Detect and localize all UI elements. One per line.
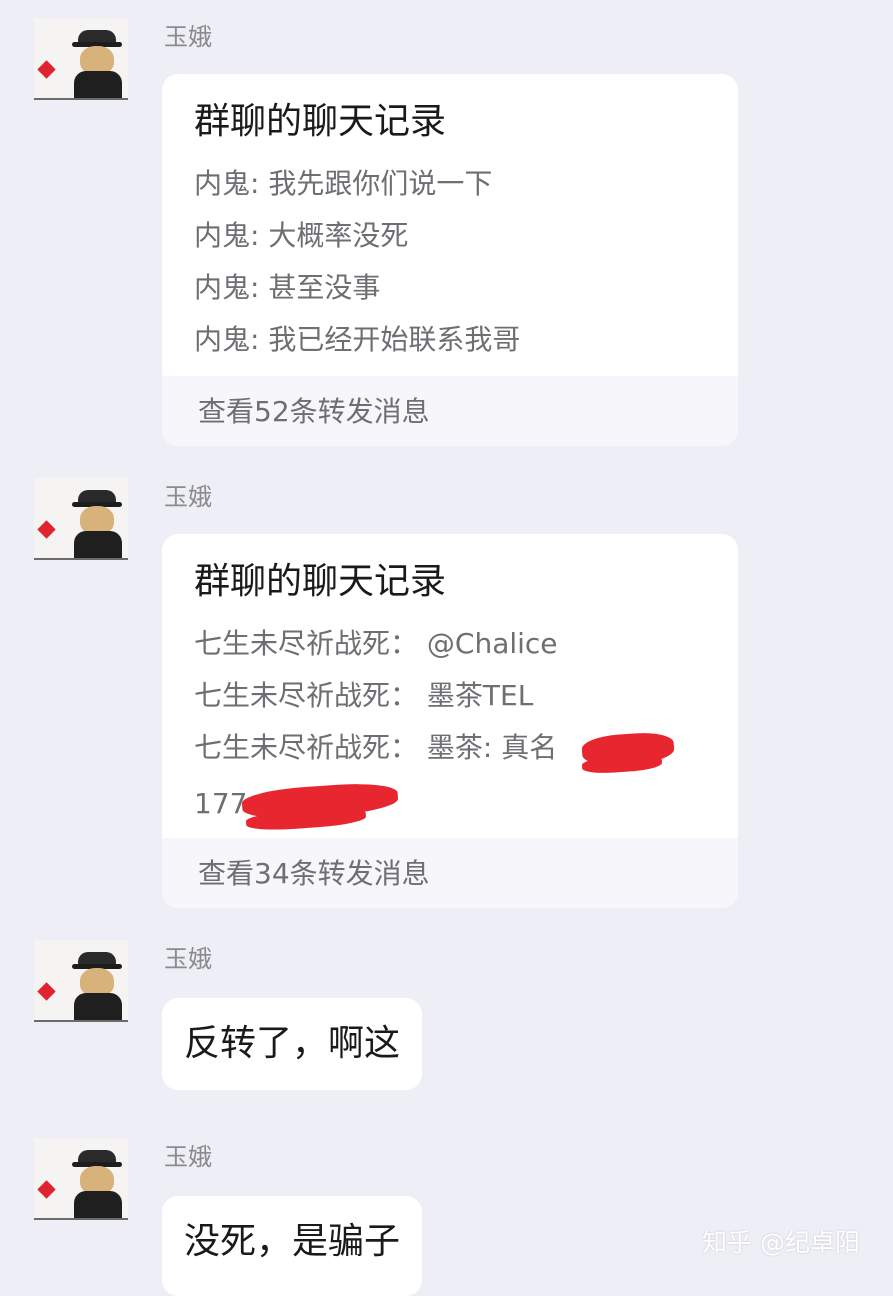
card-line: 七生未尽祈战死： 墨茶: 真名 — [194, 731, 558, 764]
view-forwarded-label: 查看52条转发消息 — [198, 395, 430, 428]
card-line: 七生未尽祈战死： @Chalice — [194, 627, 558, 660]
card-title: 群聊的聊天记录 — [194, 561, 447, 602]
avatar[interactable] — [34, 18, 128, 100]
card-line: 七生未尽祈战死： 墨茶TEL — [194, 679, 534, 712]
card-line: 内鬼: 甚至没事 — [194, 271, 381, 304]
face-shape — [80, 506, 114, 534]
avatar-underline — [34, 98, 128, 100]
face-shape — [80, 46, 114, 74]
sender-name: 玉娥 — [164, 1143, 212, 1171]
view-forwarded-label: 查看34条转发消息 — [198, 857, 430, 890]
avatar[interactable] — [34, 1138, 128, 1220]
coat-shape — [74, 1191, 122, 1219]
avatar[interactable] — [34, 478, 128, 560]
avatar-underline — [34, 1218, 128, 1220]
forwarded-chat-card[interactable]: 群聊的聊天记录 七生未尽祈战死： @Chalice 七生未尽祈战死： 墨茶TEL… — [162, 534, 738, 908]
avatar-underline — [34, 1020, 128, 1022]
card-line: 177 — [194, 787, 248, 820]
view-forwarded-button[interactable]: 查看52条转发消息 — [162, 376, 738, 446]
message-text: 反转了，啊这 — [184, 1023, 401, 1064]
coat-shape — [74, 993, 122, 1021]
card-line: 内鬼: 我先跟你们说一下 — [194, 167, 493, 200]
avatar-underline — [34, 558, 128, 560]
sender-name: 玉娥 — [164, 23, 212, 51]
face-shape — [80, 1166, 114, 1194]
watermark-text: 知乎 @纪卓阳 — [702, 1228, 860, 1257]
diamond-icon — [37, 1180, 56, 1199]
avatar[interactable] — [34, 940, 128, 1022]
sender-name: 玉娥 — [164, 945, 212, 973]
diamond-icon — [37, 520, 56, 539]
card-line: 内鬼: 大概率没死 — [194, 219, 409, 252]
message-text: 没死，是骗子 — [184, 1221, 401, 1262]
diamond-icon — [37, 982, 56, 1001]
coat-shape — [74, 71, 122, 99]
sender-name: 玉娥 — [164, 483, 212, 511]
diamond-icon — [37, 60, 56, 79]
view-forwarded-button[interactable]: 查看34条转发消息 — [162, 838, 738, 908]
text-bubble[interactable]: 反转了，啊这 — [162, 998, 423, 1090]
face-shape — [80, 968, 114, 996]
card-title: 群聊的聊天记录 — [194, 101, 447, 142]
coat-shape — [74, 531, 122, 559]
forwarded-chat-card[interactable]: 群聊的聊天记录 内鬼: 我先跟你们说一下 内鬼: 大概率没死 内鬼: 甚至没事 … — [162, 74, 738, 446]
card-line: 内鬼: 我已经开始联系我哥 — [194, 323, 521, 356]
text-bubble[interactable]: 没死，是骗子 — [162, 1196, 423, 1296]
